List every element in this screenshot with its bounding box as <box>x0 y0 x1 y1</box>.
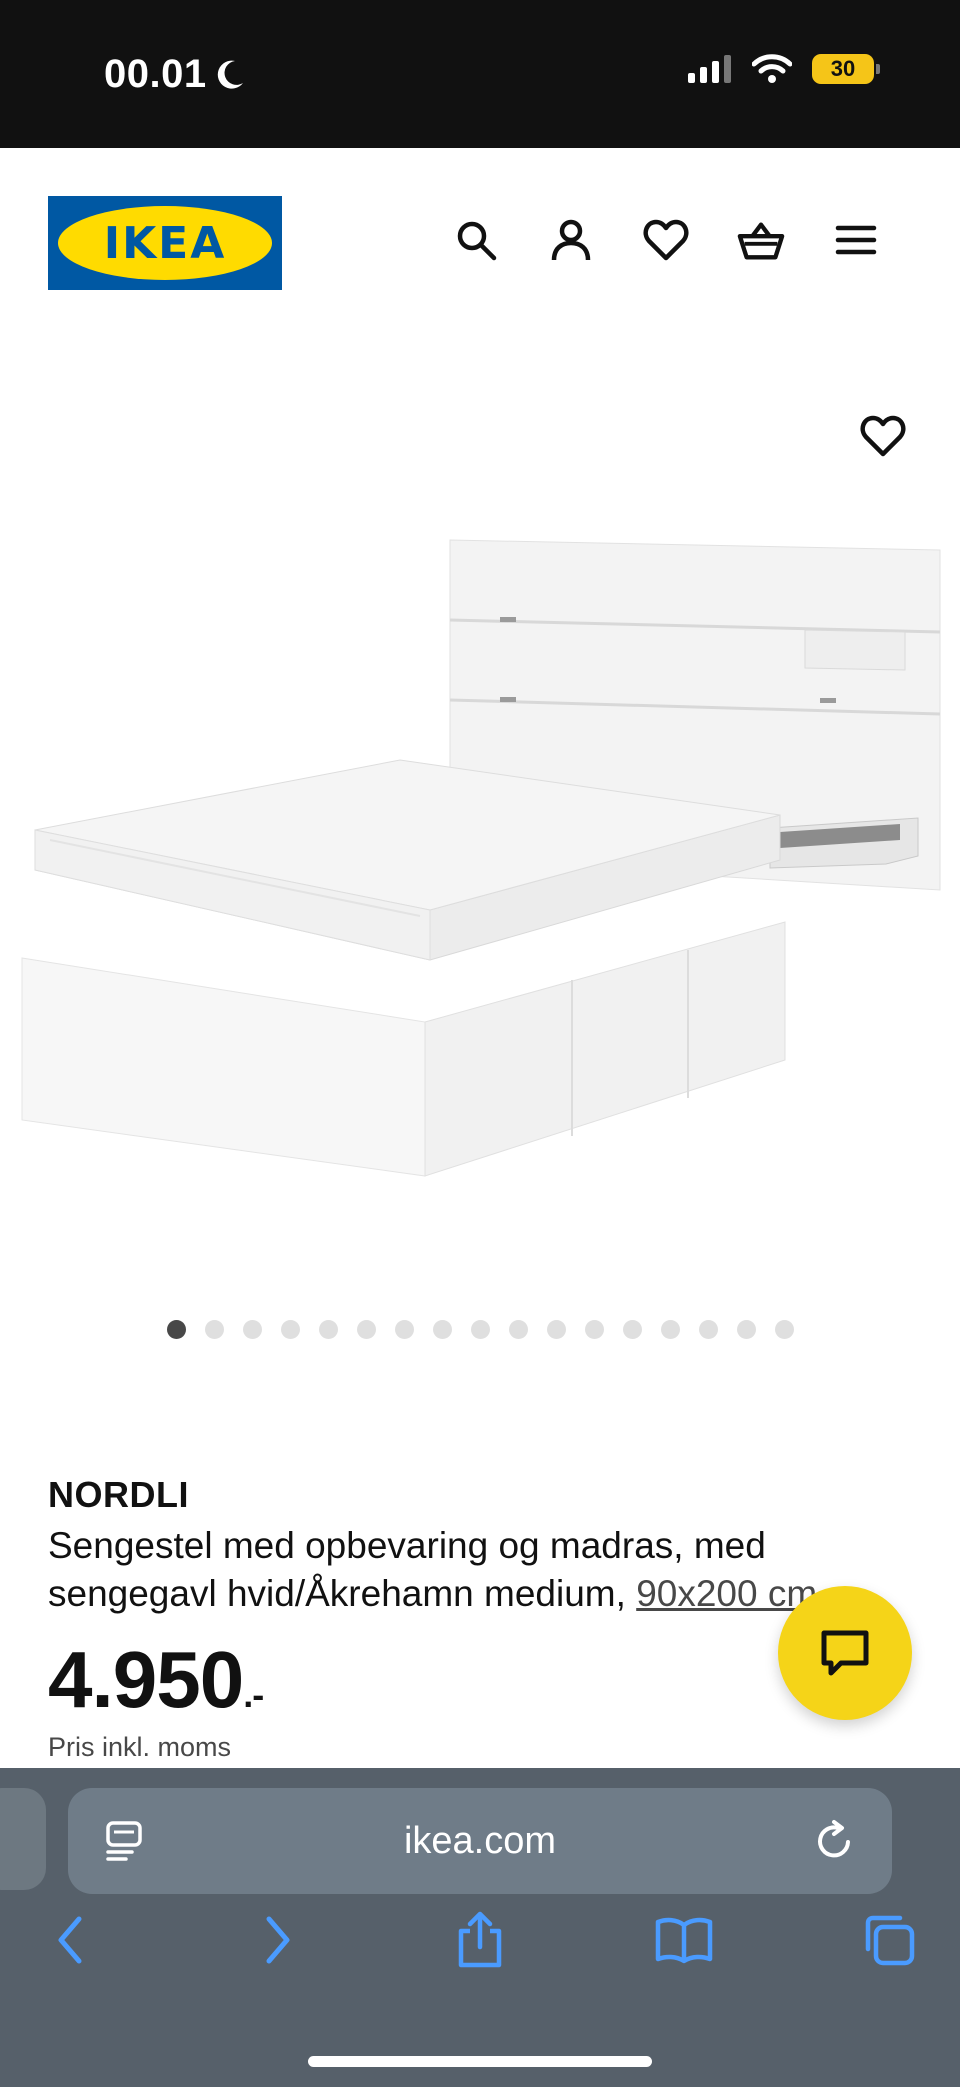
moon-icon <box>217 60 243 89</box>
gallery-dot[interactable] <box>470 1320 490 1339</box>
previous-tab-preview[interactable] <box>0 1788 46 1890</box>
address-bar[interactable]: ikea.com <box>68 1788 892 1894</box>
product-brand: NORDLI <box>48 1474 189 1515</box>
bookmarks-icon[interactable] <box>654 1910 714 1970</box>
gallery-dot[interactable] <box>242 1320 262 1339</box>
reader-icon[interactable] <box>104 1820 144 1867</box>
gallery-dot[interactable] <box>736 1320 756 1339</box>
logo-oval: IKEA <box>58 206 272 280</box>
reload-icon[interactable] <box>814 1818 856 1867</box>
product-size-link[interactable]: 90x200 cm <box>636 1573 817 1614</box>
safari-navigation <box>0 1910 960 2000</box>
product-info: NORDLI Sengestel med opbevaring og madra… <box>48 1474 908 1618</box>
status-bar: 00.01 30 <box>0 0 960 148</box>
logo-text: IKEA <box>103 217 227 269</box>
heart-icon[interactable] <box>642 216 690 264</box>
battery-icon: 30 <box>812 54 880 84</box>
product-image <box>21 539 941 1177</box>
site-header: IKEA <box>0 148 960 338</box>
gallery-dot[interactable] <box>432 1320 452 1339</box>
vat-note: Pris inkl. moms <box>48 1732 232 1762</box>
product-description: Sengestel med opbevaring og madras, med … <box>48 1522 908 1618</box>
gallery-dot[interactable] <box>280 1320 300 1339</box>
url-text[interactable]: ikea.com <box>404 1820 556 1863</box>
gallery-dot[interactable] <box>356 1320 376 1339</box>
status-indicators: 30 <box>688 54 880 84</box>
gallery-dot[interactable] <box>774 1320 794 1339</box>
back-icon[interactable] <box>40 1910 100 1970</box>
status-time: 00.01 <box>104 52 245 97</box>
menu-icon[interactable] <box>832 216 880 264</box>
search-icon[interactable] <box>452 216 500 264</box>
wifi-icon <box>752 54 792 83</box>
product-gallery[interactable] <box>0 360 960 1340</box>
gallery-dot[interactable] <box>584 1320 604 1339</box>
forward-icon[interactable] <box>248 1910 308 1970</box>
header-actions <box>452 216 880 264</box>
gallery-dot[interactable] <box>698 1320 718 1339</box>
product-price: 4.950.- <box>48 1634 264 1726</box>
browser-toolbar: ikea.com <box>0 1768 960 2087</box>
chat-button[interactable] <box>778 1586 912 1720</box>
gallery-dot[interactable] <box>318 1320 338 1339</box>
home-indicator <box>308 2056 652 2067</box>
gallery-dot[interactable] <box>204 1320 224 1339</box>
gallery-dot[interactable] <box>546 1320 566 1339</box>
basket-icon[interactable] <box>737 216 785 264</box>
account-icon[interactable] <box>547 216 595 264</box>
tabs-icon[interactable] <box>860 1910 920 1970</box>
ikea-logo[interactable]: IKEA <box>48 196 282 290</box>
gallery-dot[interactable] <box>660 1320 680 1339</box>
signal-icon <box>688 55 731 83</box>
gallery-dot[interactable] <box>508 1320 528 1339</box>
gallery-pagination <box>0 1320 960 1339</box>
gallery-dot[interactable] <box>394 1320 414 1339</box>
share-icon[interactable] <box>450 1910 510 1970</box>
gallery-dot[interactable] <box>166 1320 186 1339</box>
status-time-text: 00.01 <box>104 52 207 96</box>
battery-level: 30 <box>830 56 856 81</box>
price-main: 4.950 <box>48 1635 244 1724</box>
gallery-dot[interactable] <box>622 1320 642 1339</box>
price-suffix: .- <box>243 1674 264 1715</box>
chat-icon <box>821 1630 869 1676</box>
